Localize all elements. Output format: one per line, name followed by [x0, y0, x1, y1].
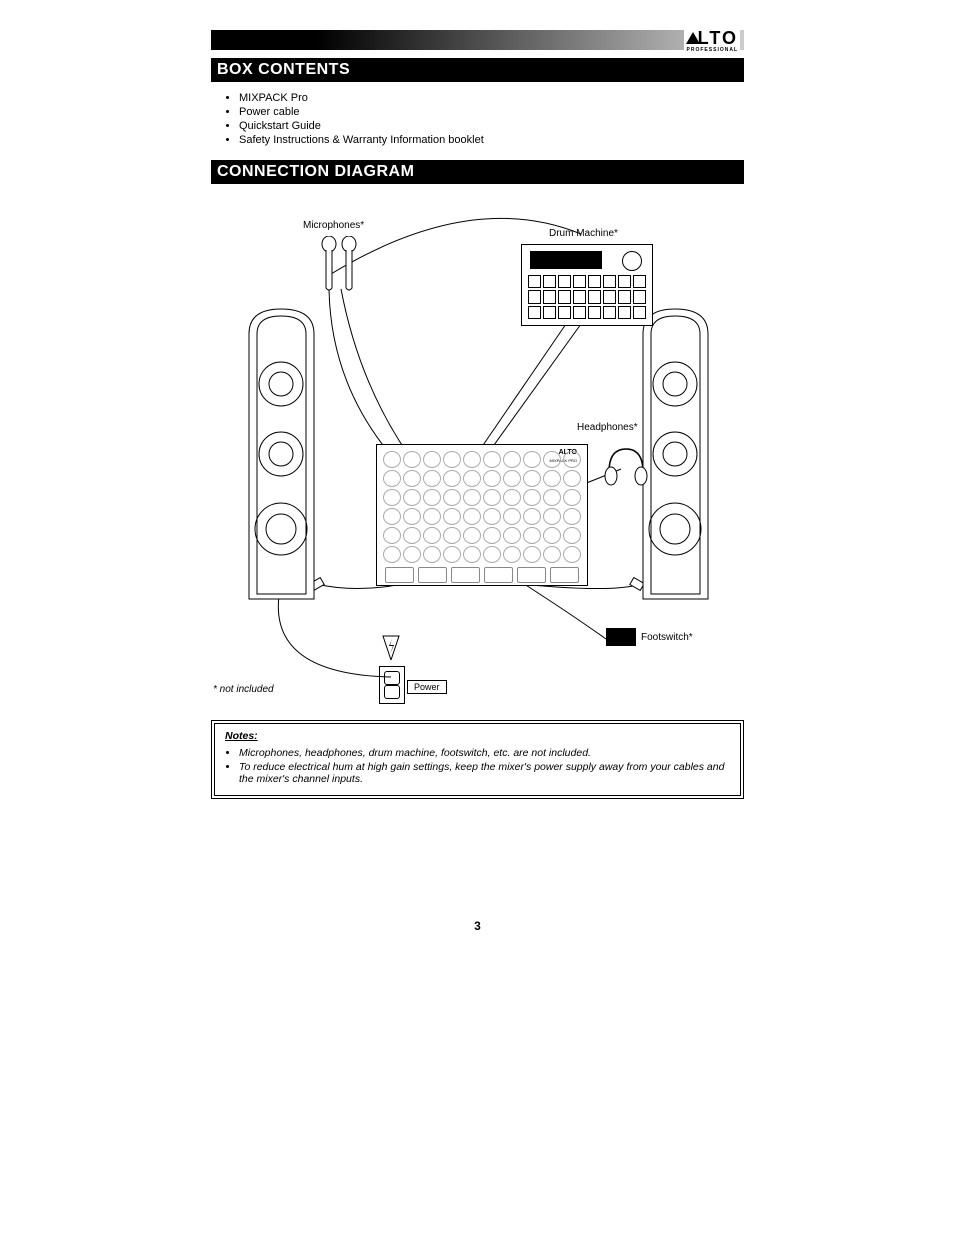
list-item: Quickstart Guide	[239, 120, 744, 132]
section-box-contents: BOX CONTENTS	[211, 58, 744, 82]
connection-diagram: Microphones* Drum Machine* Speaker Speak…	[211, 194, 744, 714]
brand-sub: PROFESSIONAL	[686, 47, 738, 53]
drum-machine-icon	[521, 244, 653, 326]
power-outlet-icon	[379, 666, 405, 704]
notes-title: Notes:	[225, 730, 258, 742]
list-item: To reduce electrical hum at high gain se…	[239, 761, 730, 785]
header-bar: LTO PROFESSIONAL	[211, 30, 744, 50]
list-item: Microphones, headphones, drum machine, f…	[239, 747, 730, 759]
label-microphones: Microphones*	[303, 220, 364, 231]
notes-list: Microphones, headphones, drum machine, f…	[239, 747, 730, 785]
microphone-icon	[321, 236, 337, 296]
not-included-note: * not included	[213, 684, 274, 695]
list-item: MIXPACK Pro	[239, 92, 744, 104]
speaker-left-icon	[239, 304, 324, 604]
label-headphones: Headphones*	[577, 422, 638, 433]
label-footswitch: Footswitch*	[641, 632, 693, 643]
list-item: Safety Instructions & Warranty Informati…	[239, 134, 744, 146]
brand-logo: LTO PROFESSIONAL	[684, 28, 740, 53]
box-contents-list: MIXPACK Pro Power cable Quickstart Guide…	[239, 92, 744, 146]
label-drum: Drum Machine*	[549, 228, 618, 239]
notes-box: Notes: Microphones, headphones, drum mac…	[211, 720, 744, 799]
footswitch-icon	[606, 628, 636, 646]
lightning-icon	[381, 634, 401, 660]
page-number: 3	[211, 919, 744, 933]
section-connection-diagram: CONNECTION DIAGRAM	[211, 160, 744, 184]
list-item: Power cable	[239, 106, 744, 118]
headphones-icon	[601, 444, 651, 489]
mixer-icon: ALTO MIXPACK PRO	[376, 444, 588, 586]
brand-name: LTO	[698, 28, 738, 48]
label-power: Power	[407, 680, 447, 694]
microphone-icon	[341, 236, 357, 296]
